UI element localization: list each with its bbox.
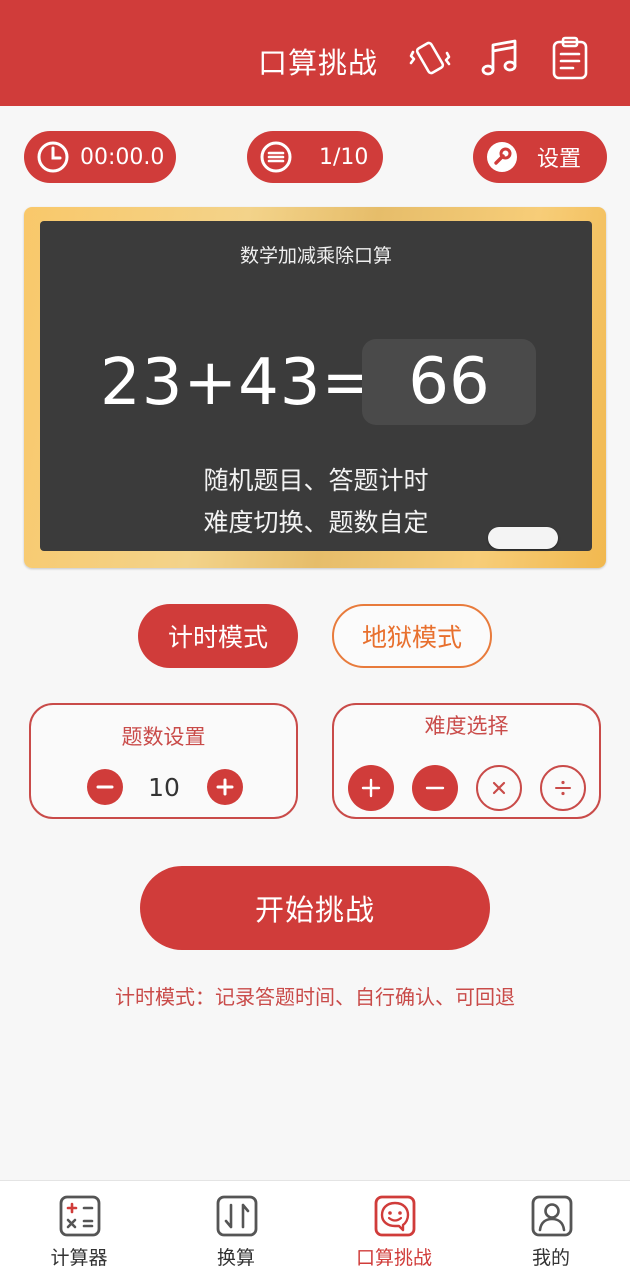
- mode-hint: 计时模式：记录答题时间、自行确认、可回退: [115, 985, 515, 1009]
- progress-pill: 1/10: [247, 131, 383, 183]
- hell-mode-button[interactable]: 地狱模式: [332, 604, 492, 668]
- nav-item-convert[interactable]: 换算: [176, 1181, 296, 1281]
- progress-value: 1/10: [319, 144, 369, 170]
- nav-label-convert: 换算: [216, 1247, 255, 1269]
- bottom-nav: 计算器 换算 口算挑战 我的: [0, 1180, 630, 1281]
- nav-item-calculator[interactable]: 计算器: [19, 1181, 139, 1281]
- chat-smile-icon: [374, 1195, 416, 1237]
- nav-item-profile[interactable]: 我的: [491, 1181, 611, 1281]
- list-icon: [260, 141, 292, 173]
- clipboard-icon[interactable]: [548, 36, 592, 80]
- nav-item-mental-math[interactable]: 口算挑战: [334, 1181, 454, 1281]
- nav-label-mental-math: 口算挑战: [355, 1247, 432, 1269]
- difficulty-add-toggle[interactable]: [348, 765, 394, 811]
- wrench-icon: [487, 142, 517, 172]
- music-icon[interactable]: [478, 36, 522, 80]
- difficulty-subtract-toggle[interactable]: [412, 765, 458, 811]
- app-header: 口算挑战: [0, 0, 630, 106]
- answer-field[interactable]: 66: [362, 339, 536, 425]
- nav-label-profile: 我的: [531, 1247, 570, 1269]
- multiply-icon: [492, 781, 506, 795]
- increase-button[interactable]: [207, 769, 243, 805]
- timer-value: 00:00.0: [80, 144, 165, 170]
- timer-pill: 00:00.0: [24, 131, 176, 183]
- plus-icon: [216, 778, 234, 796]
- minus-icon: [96, 785, 114, 789]
- plus-icon: [361, 778, 381, 798]
- chalkboard: 数学加减乘除口算 23+43= 66 随机题目、答题计时 难度切换、题数自定: [40, 221, 592, 551]
- timed-mode-button[interactable]: 计时模式: [138, 604, 298, 668]
- difficulty-panel: 难度选择: [332, 703, 601, 819]
- clock-icon: [37, 141, 69, 173]
- decrease-button[interactable]: [87, 769, 123, 805]
- page-title: 口算挑战: [258, 46, 379, 80]
- settings-label: 设置: [537, 147, 582, 172]
- board-title: 数学加减乘除口算: [239, 245, 392, 267]
- question-count-panel: 题数设置 10: [29, 703, 298, 819]
- minus-icon: [425, 786, 445, 790]
- difficulty-title: 难度选择: [424, 714, 509, 738]
- start-challenge-button[interactable]: 开始挑战: [140, 866, 490, 950]
- settings-button[interactable]: 设置: [473, 131, 607, 183]
- eraser-icon: [488, 527, 558, 549]
- nav-label-calculator: 计算器: [50, 1247, 108, 1269]
- question-count-title: 题数设置: [121, 725, 206, 749]
- equation: 23+43=: [100, 346, 377, 420]
- divide-icon: [555, 780, 571, 796]
- convert-icon: [216, 1195, 258, 1237]
- question-count-value: 10: [148, 773, 180, 802]
- vibrate-icon[interactable]: [408, 36, 452, 80]
- difficulty-multiply-toggle[interactable]: [476, 765, 522, 811]
- difficulty-divide-toggle[interactable]: [540, 765, 586, 811]
- profile-icon: [531, 1195, 573, 1237]
- calculator-icon: [59, 1195, 101, 1237]
- board-feature-line-1: 随机题目、答题计时: [203, 466, 429, 495]
